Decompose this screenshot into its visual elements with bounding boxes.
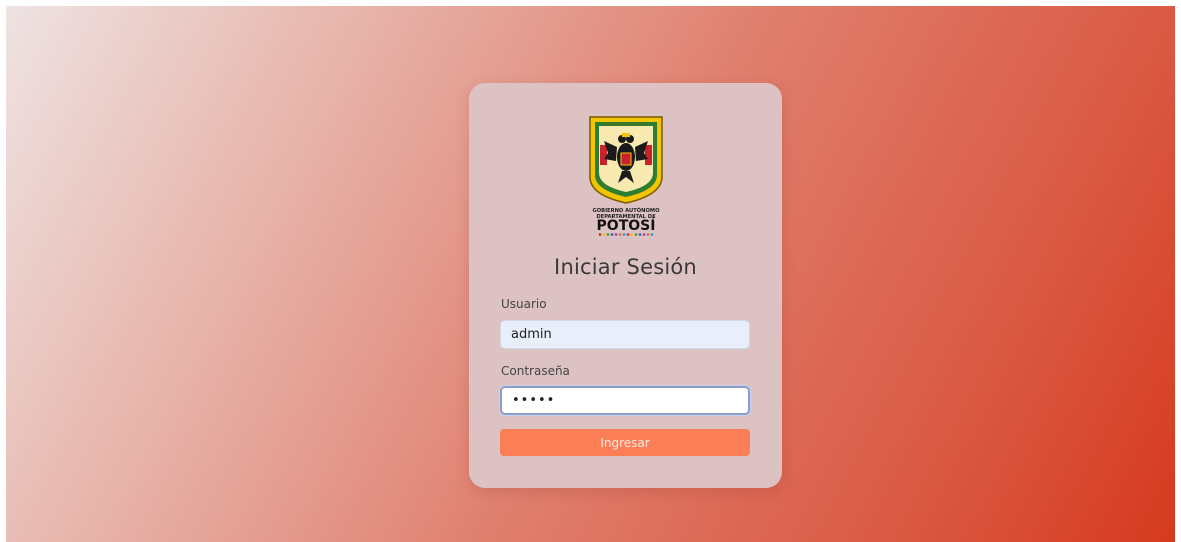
potosi-logo: VILLA IMPERIAL DE POTOSÍ GOBIERNO AUTÓNO… bbox=[589, 116, 663, 236]
logo-dot bbox=[618, 233, 622, 236]
logo-dot bbox=[610, 233, 614, 236]
password-input[interactable] bbox=[500, 386, 750, 415]
logo-dot bbox=[622, 233, 626, 236]
logo-dot bbox=[614, 233, 618, 236]
logo-seal-text: VILLA IMPERIAL DE POTOSÍ bbox=[606, 121, 647, 126]
logo-dot bbox=[630, 233, 634, 236]
logo-dot bbox=[606, 233, 610, 236]
password-label: Contraseña bbox=[501, 364, 570, 378]
logo-dot bbox=[602, 233, 606, 236]
logo-dot bbox=[646, 233, 650, 236]
login-card: VILLA IMPERIAL DE POTOSÍ GOBIERNO AUTÓNO… bbox=[469, 83, 782, 488]
logo-dot bbox=[650, 233, 654, 236]
username-input[interactable] bbox=[500, 320, 750, 349]
logo-dot bbox=[638, 233, 642, 236]
login-background: VILLA IMPERIAL DE POTOSÍ GOBIERNO AUTÓNO… bbox=[6, 6, 1175, 542]
logo-line1: GOBIERNO AUTÓNOMO bbox=[593, 207, 661, 214]
page-title: Iniciar Sesión bbox=[554, 255, 697, 279]
logo-dot bbox=[634, 233, 638, 236]
login-button[interactable]: Ingresar bbox=[500, 429, 750, 456]
logo-dot bbox=[642, 233, 646, 236]
logo-dot bbox=[626, 233, 630, 236]
username-label: Usuario bbox=[501, 297, 547, 311]
logo-dot bbox=[598, 233, 602, 236]
logo-name: POTOSÍ bbox=[597, 217, 656, 234]
